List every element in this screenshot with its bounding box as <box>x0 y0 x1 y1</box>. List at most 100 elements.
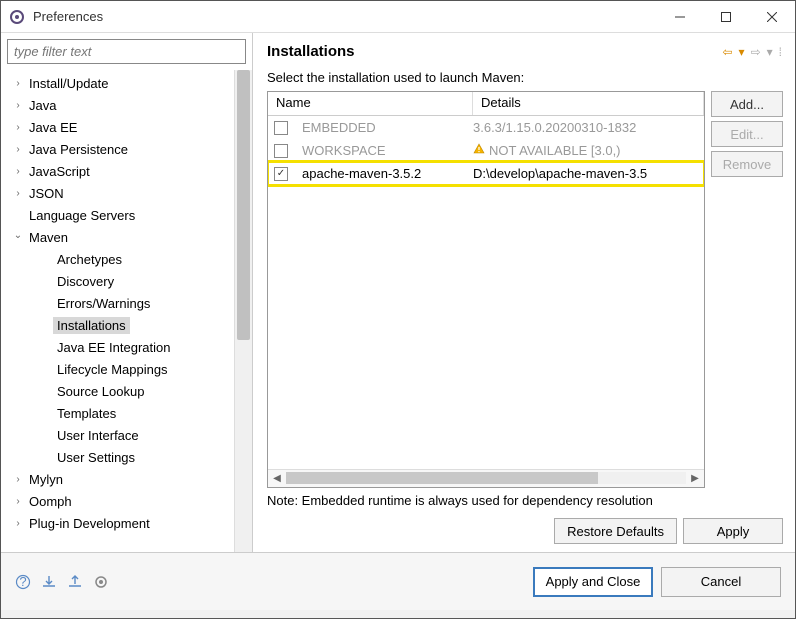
tree-arrow-icon[interactable]: › <box>11 166 25 177</box>
tree-item-label: Maven <box>25 229 72 246</box>
row-name: EMBEDDED <box>298 120 473 135</box>
tree-item-javascript[interactable]: ›JavaScript <box>1 160 234 182</box>
table-row[interactable]: WORKSPACENOT AVAILABLE [3.0,) <box>268 139 704 162</box>
tree-arrow-icon[interactable]: › <box>11 122 25 133</box>
row-checkbox[interactable] <box>274 121 288 135</box>
tree-item-user-settings[interactable]: User Settings <box>1 446 234 468</box>
tree-arrow-icon[interactable]: › <box>11 474 25 485</box>
row-name: apache-maven-3.5.2 <box>298 166 473 181</box>
table-row[interactable]: EMBEDDED3.6.3/1.15.0.20200310-1832 <box>268 116 704 139</box>
export-icon[interactable] <box>67 574 83 590</box>
cancel-button[interactable]: Cancel <box>661 567 781 597</box>
row-name: WORKSPACE <box>298 143 473 158</box>
tree-arrow-icon[interactable]: › <box>11 496 25 507</box>
oomph-icon[interactable] <box>93 574 109 590</box>
apply-and-close-button[interactable]: Apply and Close <box>533 567 653 597</box>
restore-defaults-button[interactable]: Restore Defaults <box>554 518 677 544</box>
footer: ? Apply and Close Cancel <box>1 552 795 610</box>
tree-scrollbar[interactable] <box>234 70 252 552</box>
tree-item-source-lookup[interactable]: Source Lookup <box>1 380 234 402</box>
tree-item-label: Source Lookup <box>53 383 148 400</box>
forward-menu-icon: ▾ <box>767 45 773 59</box>
tree-item-label: User Interface <box>53 427 143 444</box>
add-button[interactable]: Add... <box>711 91 783 117</box>
row-details: NOT AVAILABLE [3.0,) <box>473 143 704 158</box>
table-hscroll[interactable]: ◀▶ <box>268 469 704 487</box>
tree-item-label: Java <box>25 97 60 114</box>
tree-item-label: Lifecycle Mappings <box>53 361 172 378</box>
close-button[interactable] <box>749 1 795 33</box>
menu-icon[interactable]: ⁞ <box>779 45 783 59</box>
page-title: Installations <box>267 43 722 60</box>
filter-input[interactable] <box>7 39 246 64</box>
import-icon[interactable] <box>41 574 57 590</box>
tree-item-label: Mylyn <box>25 471 67 488</box>
tree-item-user-interface[interactable]: User Interface <box>1 424 234 446</box>
row-checkbox[interactable] <box>274 167 288 181</box>
tree-item-java-persistence[interactable]: ›Java Persistence <box>1 138 234 160</box>
tree-item-label: Java EE Integration <box>53 339 174 356</box>
tree-item-language-servers[interactable]: Language Servers <box>1 204 234 226</box>
edit-button: Edit... <box>711 121 783 147</box>
sidebar: ›Install/Update›Java›Java EE›Java Persis… <box>1 33 253 552</box>
row-checkbox[interactable] <box>274 144 288 158</box>
svg-text:?: ? <box>19 574 26 589</box>
tree-item-label: Discovery <box>53 273 118 290</box>
tree-item-errors-warnings[interactable]: Errors/Warnings <box>1 292 234 314</box>
tree-item-label: Templates <box>53 405 120 422</box>
tree-item-oomph[interactable]: ›Oomph <box>1 490 234 512</box>
tree-item-label: Oomph <box>25 493 76 510</box>
help-icon[interactable]: ? <box>15 574 31 590</box>
nav-toolbar: ⇦ ▾ ⇨ ▾ ⁞ <box>722 45 783 59</box>
apply-button[interactable]: Apply <box>683 518 783 544</box>
forward-icon: ⇨ <box>751 45 761 59</box>
tree-item-label: Archetypes <box>53 251 126 268</box>
tree-item-java-ee-integration[interactable]: Java EE Integration <box>1 336 234 358</box>
window-title: Preferences <box>33 9 657 24</box>
remove-button: Remove <box>711 151 783 177</box>
tree-item-plug-in-development[interactable]: ›Plug-in Development <box>1 512 234 534</box>
tree-item-templates[interactable]: Templates <box>1 402 234 424</box>
tree-item-installations[interactable]: Installations <box>1 314 234 336</box>
tree-item-label: Installations <box>53 317 130 334</box>
tree-item-archetypes[interactable]: Archetypes <box>1 248 234 270</box>
main-panel: Installations ⇦ ▾ ⇨ ▾ ⁞ Select the insta… <box>253 33 795 552</box>
tree-arrow-icon[interactable]: › <box>11 144 25 155</box>
maximize-button[interactable] <box>703 1 749 33</box>
tree-item-label: JSON <box>25 185 68 202</box>
minimize-button[interactable] <box>657 1 703 33</box>
tree-arrow-icon[interactable]: › <box>11 518 25 529</box>
tree-arrow-icon[interactable]: › <box>11 78 25 89</box>
column-details[interactable]: Details <box>473 92 704 115</box>
tree-item-json[interactable]: ›JSON <box>1 182 234 204</box>
tree-item-label: Java EE <box>25 119 81 136</box>
tree-arrow-icon[interactable]: ⌄ <box>11 230 25 241</box>
back-icon[interactable]: ⇦ <box>722 45 732 59</box>
tree-item-java-ee[interactable]: ›Java EE <box>1 116 234 138</box>
tree-item-lifecycle-mappings[interactable]: Lifecycle Mappings <box>1 358 234 380</box>
tree-item-label: Errors/Warnings <box>53 295 154 312</box>
title-bar: Preferences <box>1 1 795 33</box>
tree-item-label: User Settings <box>53 449 139 466</box>
table-row[interactable]: apache-maven-3.5.2D:\develop\apache-mave… <box>268 162 704 185</box>
back-menu-icon[interactable]: ▾ <box>739 45 745 59</box>
tree-item-mylyn[interactable]: ›Mylyn <box>1 468 234 490</box>
row-details: D:\develop\apache-maven-3.5 <box>473 166 704 181</box>
installations-table: Name Details EMBEDDED3.6.3/1.15.0.202003… <box>267 91 705 488</box>
tree-item-discovery[interactable]: Discovery <box>1 270 234 292</box>
tree-item-maven[interactable]: ⌄Maven <box>1 226 234 248</box>
preferences-tree[interactable]: ›Install/Update›Java›Java EE›Java Persis… <box>1 70 234 552</box>
tree-item-label: Plug-in Development <box>25 515 154 532</box>
column-name[interactable]: Name <box>268 92 473 115</box>
tree-item-install-update[interactable]: ›Install/Update <box>1 72 234 94</box>
tree-item-label: JavaScript <box>25 163 94 180</box>
tree-arrow-icon[interactable]: › <box>11 100 25 111</box>
tree-item-label: Language Servers <box>25 207 139 224</box>
note-text: Note: Embedded runtime is always used fo… <box>267 492 783 510</box>
app-icon <box>9 9 25 25</box>
tree-item-java[interactable]: ›Java <box>1 94 234 116</box>
tree-arrow-icon[interactable]: › <box>11 188 25 199</box>
instruction-text: Select the installation used to launch M… <box>267 70 783 85</box>
tree-item-label: Install/Update <box>25 75 113 92</box>
row-details: 3.6.3/1.15.0.20200310-1832 <box>473 120 704 135</box>
